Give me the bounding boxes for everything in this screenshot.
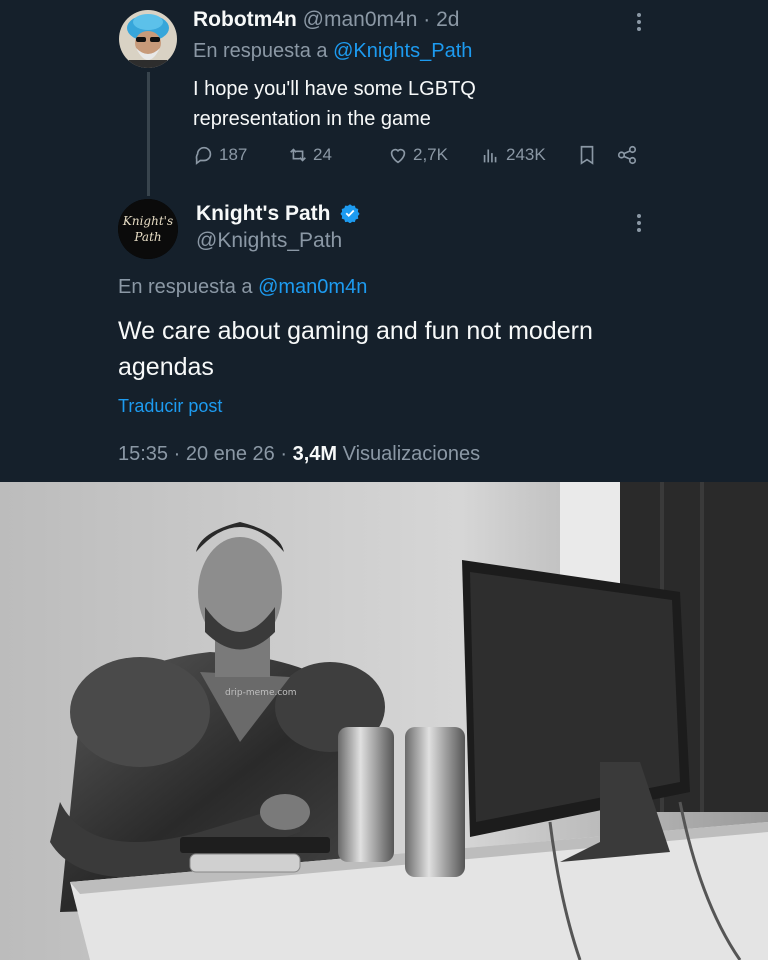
- views-label: Visualizaciones: [342, 443, 481, 465]
- reply-text-line: representation in the game: [193, 108, 431, 130]
- reply-action[interactable]: 187: [193, 144, 247, 166]
- avatar-knights-path[interactable]: Knight's Path: [118, 199, 178, 259]
- reply-context: En respuesta a @Knights_Path: [193, 40, 472, 63]
- main-text-line: agendas: [118, 353, 214, 381]
- avatar-logo-text: Path: [133, 230, 161, 244]
- main-author-handle[interactable]: @Knights_Path: [196, 229, 342, 252]
- reply-icon: [195, 146, 212, 165]
- reply-prefix: En respuesta a: [118, 276, 253, 298]
- like-count: 2,7K: [413, 145, 448, 164]
- views-count: 3,4M: [292, 443, 338, 465]
- avatar-logo-text: Knight's: [122, 214, 173, 228]
- knight-at-computer-illustration: drip-meme.com: [0, 482, 768, 960]
- retweet-icon: [290, 148, 306, 162]
- retweet-action[interactable]: 24: [287, 144, 332, 166]
- separator: ·: [423, 8, 431, 31]
- thread-connector: [147, 72, 150, 196]
- reply-prefix: En respuesta a: [193, 40, 328, 62]
- avatar-robotm4n[interactable]: [119, 10, 177, 68]
- reply-author-handle[interactable]: @man0m4n: [303, 8, 418, 31]
- views-action[interactable]: 243K: [480, 144, 546, 166]
- like-action[interactable]: 2,7K: [387, 144, 448, 166]
- share-icon: [617, 145, 637, 165]
- main-reply-context: En respuesta a @man0m4n: [118, 276, 367, 299]
- watermark-text: drip-meme.com: [225, 688, 297, 698]
- verified-icon: [340, 204, 360, 223]
- views-count: 243K: [506, 145, 546, 164]
- timestamp[interactable]: 15:35 · 20 ene 26 ·: [118, 443, 287, 465]
- like-icon: [390, 148, 406, 164]
- main-author-name[interactable]: Knight's Path: [196, 202, 331, 225]
- retweet-count: 24: [313, 145, 332, 164]
- share-action[interactable]: [616, 144, 638, 166]
- tweet-thread: Robotm4n @man0m4n · 2d En respuesta a @K…: [0, 0, 768, 482]
- reply-author-name[interactable]: Robotm4n: [193, 8, 297, 31]
- reply-tweet-header: Robotm4n @man0m4n · 2d: [193, 8, 459, 32]
- reply-time[interactable]: 2d: [436, 8, 459, 31]
- reply-count: 187: [219, 145, 248, 164]
- views-icon: [483, 149, 497, 163]
- reply-text-line: I hope you'll have some LGBTQ: [193, 78, 476, 100]
- reply-to-mention[interactable]: @Knights_Path: [333, 40, 472, 62]
- main-tweet-name-row: Knight's Path: [196, 202, 360, 226]
- tweet-metadata: 15:35 · 20 ene 26 · 3,4M Visualizaciones: [118, 443, 480, 466]
- reply-tweet-text: I hope you'll have some LGBTQ representa…: [193, 74, 476, 134]
- translate-link[interactable]: Traducir post: [118, 396, 222, 417]
- main-tweet-handle-row: @Knights_Path: [196, 229, 342, 253]
- bookmark-icon: [580, 145, 594, 165]
- main-text-line: We care about gaming and fun not modern: [118, 317, 593, 345]
- main-tweet-text: We care about gaming and fun not modern …: [118, 313, 593, 385]
- more-icon[interactable]: [627, 10, 651, 34]
- bookmark-action[interactable]: [576, 144, 598, 166]
- meme-photo: drip-meme.com: [0, 482, 768, 960]
- reply-to-mention[interactable]: @man0m4n: [258, 276, 367, 298]
- more-icon[interactable]: [627, 211, 651, 235]
